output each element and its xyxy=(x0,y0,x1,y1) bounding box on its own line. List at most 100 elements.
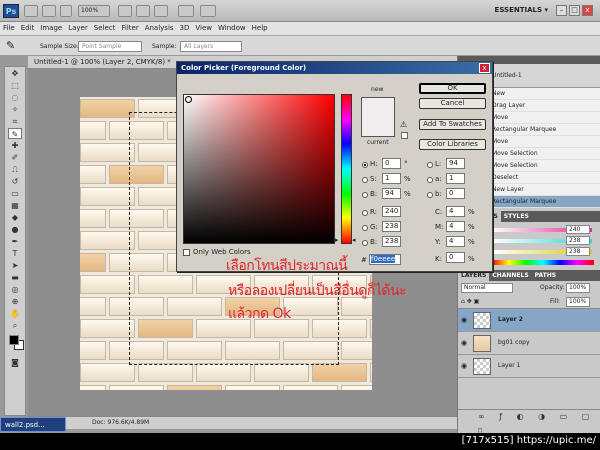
menu-edit[interactable]: Edit xyxy=(18,22,38,34)
bridge-button[interactable] xyxy=(24,5,38,17)
l-field[interactable]: 94 xyxy=(446,158,465,169)
menu-help[interactable]: Help xyxy=(249,22,271,34)
move-tool-icon[interactable]: ✥ xyxy=(8,68,22,79)
brush-tool-icon[interactable]: ✐ xyxy=(8,152,22,163)
eye-icon[interactable]: ◉ xyxy=(461,339,467,347)
menu-file[interactable]: File xyxy=(0,22,18,34)
hue-arrow-right[interactable]: ◂ xyxy=(352,236,356,244)
menu-image[interactable]: Image xyxy=(37,22,65,34)
hand-tool-button[interactable] xyxy=(118,5,132,17)
red-radio[interactable] xyxy=(362,210,368,216)
blue-field[interactable]: 238 xyxy=(382,236,401,247)
clone-stamp-icon[interactable]: ⎍ xyxy=(8,164,22,175)
hue-slider[interactable] xyxy=(341,94,352,244)
m-field[interactable]: 4 xyxy=(446,221,465,232)
ok-button[interactable]: OK xyxy=(419,83,486,94)
type-tool-icon[interactable]: T xyxy=(8,248,22,259)
blend-mode-select[interactable]: Normal xyxy=(461,283,513,293)
current-color-swatch[interactable] xyxy=(361,117,395,137)
dialog-close-button[interactable]: x xyxy=(479,63,490,73)
saturation-radio[interactable] xyxy=(362,177,368,183)
fill-field[interactable]: 100% xyxy=(566,297,590,307)
color-libraries-button[interactable]: Color Libraries xyxy=(419,139,486,150)
color-field-cursor[interactable] xyxy=(185,96,192,103)
menu-filter[interactable]: Filter xyxy=(118,22,141,34)
minimize-button[interactable]: – xyxy=(556,5,567,16)
layers-footer-icons[interactable]: ∞ ƒ ◐ ◑ ▭ ▢ ▯ xyxy=(458,409,600,433)
minibridge-button[interactable] xyxy=(42,5,56,17)
b-field[interactable]: 94 xyxy=(382,188,401,199)
r-field[interactable]: 240 xyxy=(382,206,401,217)
sample-size-select[interactable]: Point Sample xyxy=(78,41,142,52)
blue-radio[interactable] xyxy=(362,240,368,246)
magic-wand-icon[interactable]: ✧ xyxy=(8,104,22,115)
slider-value[interactable]: 238 xyxy=(566,247,590,256)
shape-tool-icon[interactable]: ▬ xyxy=(8,272,22,283)
foreground-color-swatch[interactable] xyxy=(9,335,19,345)
menu-window[interactable]: Window xyxy=(215,22,249,34)
zoom-tool-icon[interactable]: ⌕ xyxy=(8,320,22,331)
add-to-swatches-button[interactable]: Add To Swatches xyxy=(419,119,486,130)
opacity-field[interactable]: 100% xyxy=(566,283,590,293)
gamut-warning-icon[interactable]: ⚠ xyxy=(400,120,407,129)
web-safe-cube-icon[interactable] xyxy=(401,132,408,139)
eyedropper-icon[interactable]: ✎ xyxy=(6,39,15,52)
g-field[interactable]: 238 xyxy=(382,221,401,232)
hue-radio[interactable] xyxy=(362,162,368,168)
a-field[interactable]: 1 xyxy=(446,173,465,184)
hue-arrow-left[interactable]: ▸ xyxy=(335,236,339,244)
eyedropper-tool-icon[interactable]: ✎ xyxy=(8,128,22,139)
3d-orbit-icon[interactable]: ⊕ xyxy=(8,296,22,307)
maximize-button[interactable]: □ xyxy=(569,5,580,16)
pen-tool-icon[interactable]: ✒ xyxy=(8,236,22,247)
crop-tool-icon[interactable]: ⌗ xyxy=(8,116,22,127)
hand-tool-icon[interactable]: ✋ xyxy=(8,308,22,319)
rotate-view-button[interactable] xyxy=(154,5,168,17)
b-lab-radio[interactable] xyxy=(427,192,433,198)
layer-row[interactable]: ◉ Layer 2 xyxy=(458,309,600,332)
sample-select[interactable]: All Layers xyxy=(180,41,242,52)
slider-value[interactable]: 240 xyxy=(566,225,590,234)
zoom-select[interactable]: 100% xyxy=(78,5,110,17)
tab-channels[interactable]: CHANNELS xyxy=(489,270,531,281)
taskbar-document-button[interactable]: wall2.psd... xyxy=(0,417,66,432)
screen-mode-button[interactable] xyxy=(200,5,216,17)
gradient-tool-icon[interactable]: ▦ xyxy=(8,200,22,211)
dodge-tool-icon[interactable]: ● xyxy=(8,224,22,235)
lightness-radio[interactable] xyxy=(427,162,433,168)
zoom-tool-button[interactable] xyxy=(136,5,150,17)
green-radio[interactable] xyxy=(362,225,368,231)
eraser-tool-icon[interactable]: ▭ xyxy=(8,188,22,199)
only-web-colors-checkbox[interactable] xyxy=(183,249,190,256)
healing-brush-icon[interactable]: ✚ xyxy=(8,140,22,151)
spectrum-ramp[interactable] xyxy=(492,260,594,265)
history-brush-icon[interactable]: ↺ xyxy=(8,176,22,187)
blur-tool-icon[interactable]: ◆ xyxy=(8,212,22,223)
lasso-tool-icon[interactable]: ◌ xyxy=(8,92,22,103)
arrange-documents-button[interactable] xyxy=(178,5,194,17)
extras-button[interactable] xyxy=(60,5,72,17)
tab-paths[interactable]: PATHS xyxy=(532,270,559,281)
eye-icon[interactable]: ◉ xyxy=(461,316,467,324)
close-button[interactable]: x xyxy=(582,5,593,16)
y-field[interactable]: 4 xyxy=(446,236,465,247)
menu-select[interactable]: Select xyxy=(91,22,119,34)
h-field[interactable]: 0 xyxy=(382,158,401,169)
path-selection-icon[interactable]: ➤ xyxy=(8,260,22,271)
menu-view[interactable]: View xyxy=(192,22,215,34)
tab-styles[interactable]: STYLES xyxy=(501,211,532,222)
doc-size-readout[interactable]: Doc: 976.6K/4.89M xyxy=(92,419,149,426)
layer-row[interactable]: ◉ bg01 copy xyxy=(458,332,600,355)
hex-field[interactable]: f0eeee xyxy=(369,254,401,265)
workspace-switcher[interactable]: ESSENTIALS ▾ xyxy=(495,6,548,14)
color-field[interactable] xyxy=(183,94,335,244)
a-radio[interactable] xyxy=(427,177,433,183)
eye-icon[interactable]: ◉ xyxy=(461,362,467,370)
slider-value[interactable]: 238 xyxy=(566,236,590,245)
quick-mask-icon[interactable]: ◙ xyxy=(8,357,22,368)
b-lab-field[interactable]: 0 xyxy=(446,188,465,199)
menu-3d[interactable]: 3D xyxy=(177,22,193,34)
3d-rotate-icon[interactable]: ◎ xyxy=(8,284,22,295)
brightness-radio[interactable] xyxy=(362,192,368,198)
menu-layer[interactable]: Layer xyxy=(65,22,91,34)
